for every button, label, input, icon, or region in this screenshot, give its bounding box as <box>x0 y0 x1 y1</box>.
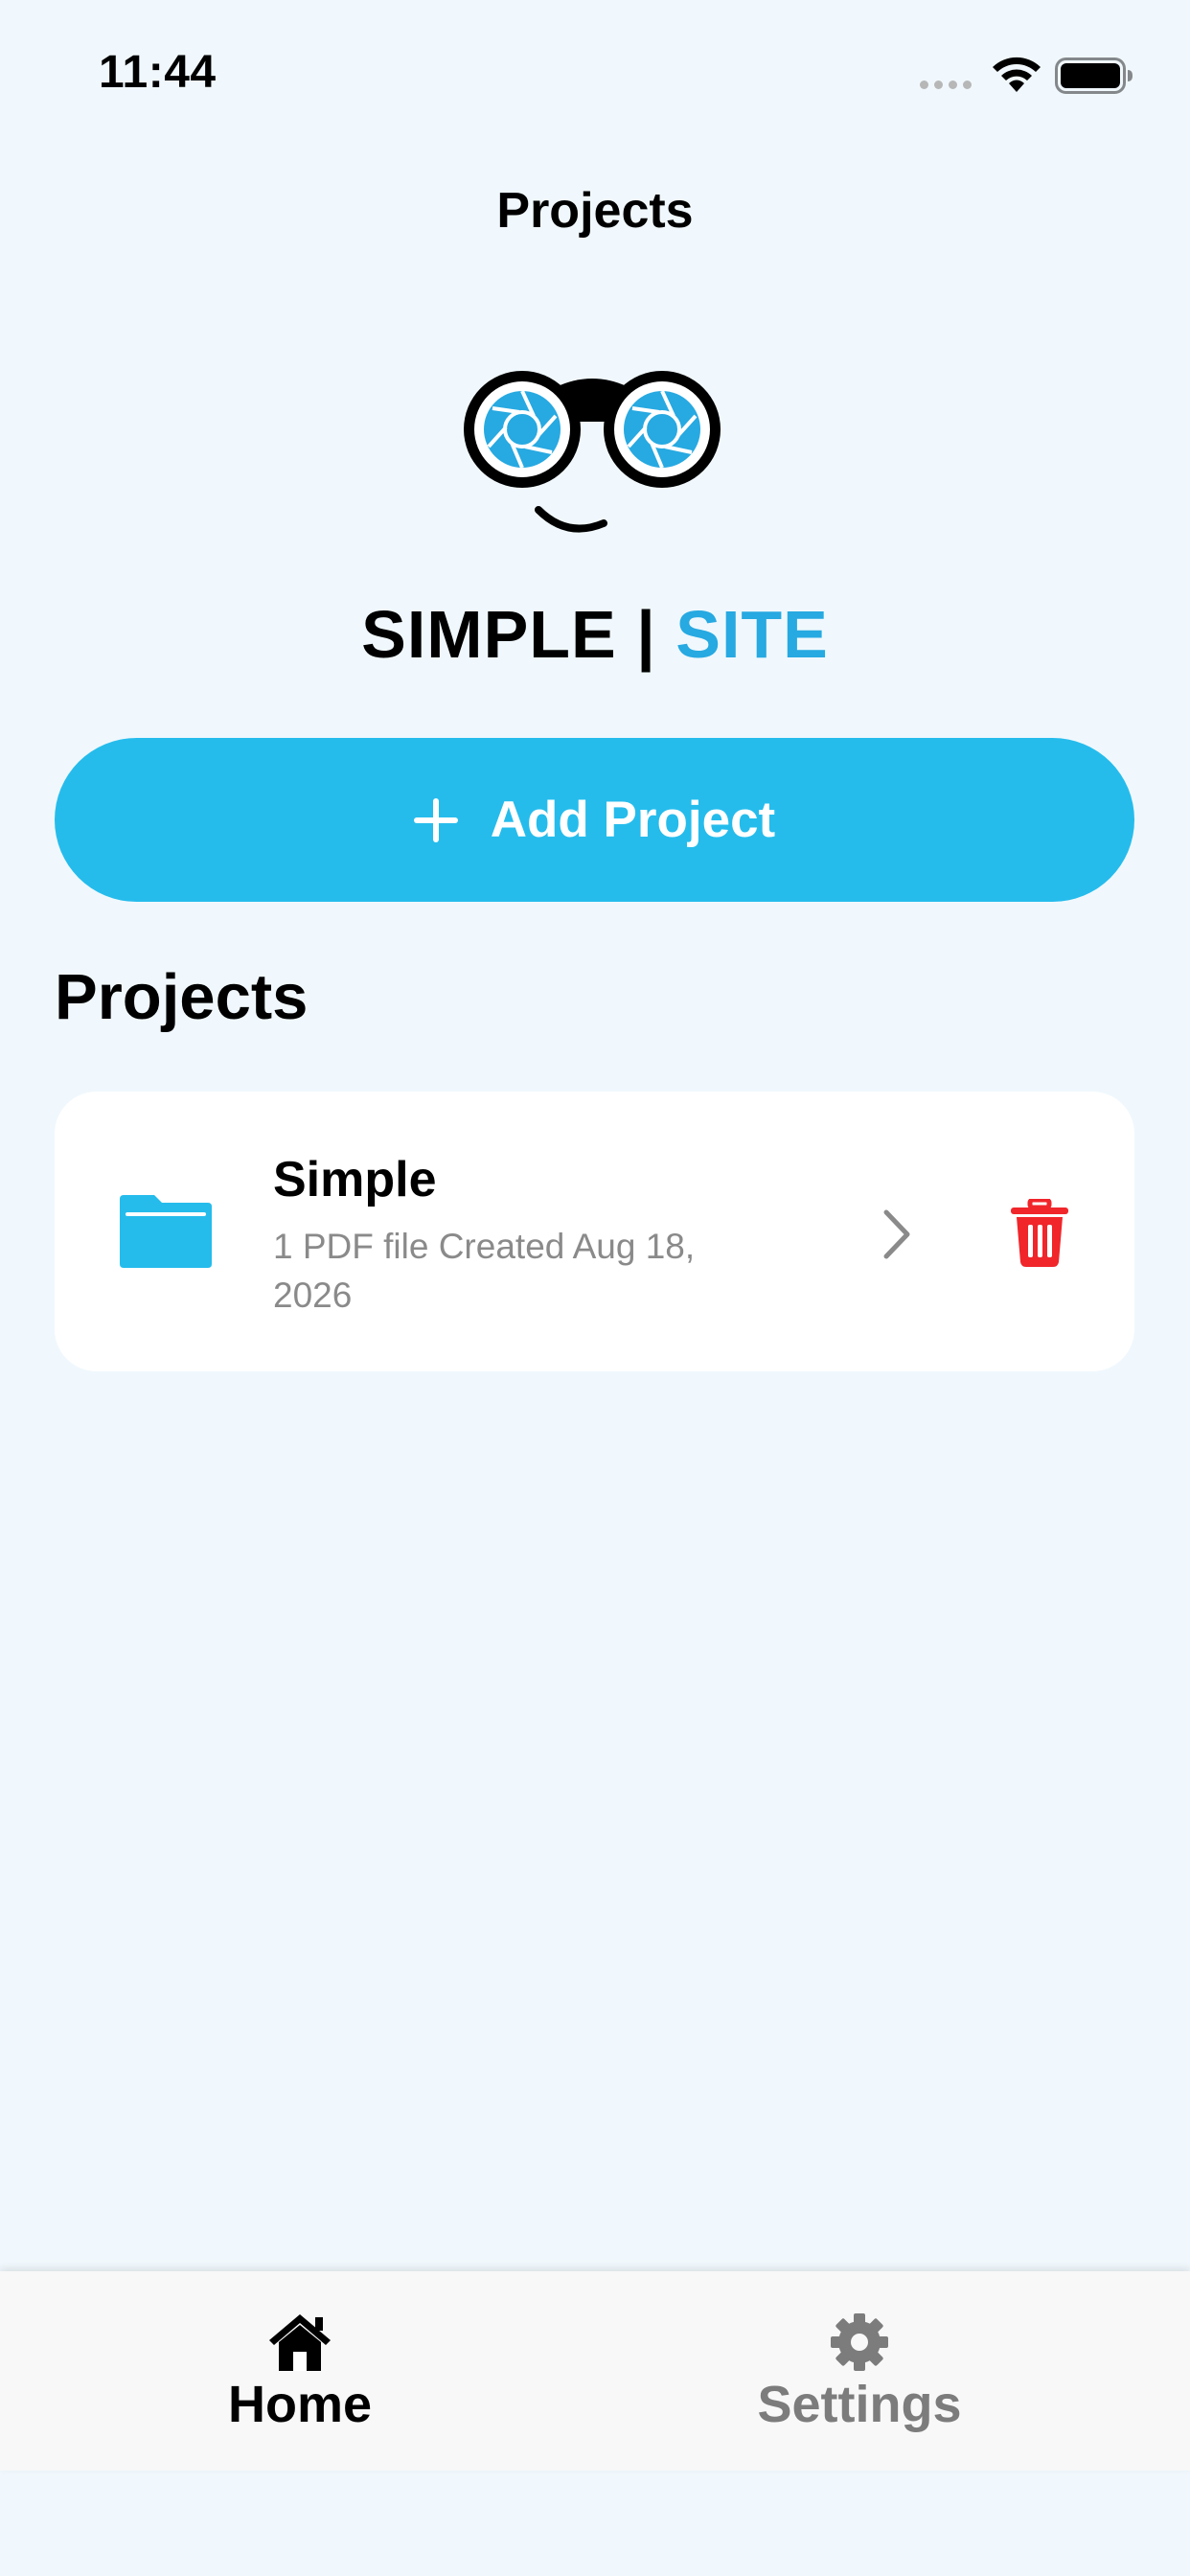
section-title: Projects <box>55 961 309 1033</box>
status-time: 11:44 <box>99 47 217 98</box>
tab-settings[interactable]: Settings <box>668 2271 1051 2471</box>
tab-bar: Home Settings <box>0 2271 1190 2471</box>
chevron-right-icon[interactable] <box>881 1208 913 1260</box>
gear-icon <box>831 2313 888 2371</box>
add-project-label: Add Project <box>490 792 776 848</box>
page-title: Projects <box>496 183 694 239</box>
tab-home-label: Home <box>227 2376 373 2433</box>
tab-settings-label: Settings <box>757 2376 962 2433</box>
binoculars-logo-icon <box>464 371 721 533</box>
battery-icon <box>1055 58 1133 94</box>
project-name: Simple <box>273 1152 437 1208</box>
plus-icon <box>413 797 458 842</box>
brand-primary: SIMPLE <box>361 597 617 672</box>
trash-icon[interactable] <box>1009 1199 1070 1268</box>
project-card[interactable]: Simple 1 PDF file Created Aug 18, 2026 <box>55 1092 1134 1371</box>
brand-separator: | <box>636 597 656 672</box>
folder-icon <box>120 1195 212 1268</box>
tab-home[interactable]: Home <box>108 2271 492 2471</box>
brand-accent: SITE <box>675 597 829 672</box>
cellular-signal-icon <box>920 80 972 89</box>
brand-wordmark: SIMPLE | SITE <box>0 596 1190 673</box>
add-project-button[interactable]: Add Project <box>55 738 1134 902</box>
project-meta: 1 PDF file Created Aug 18, 2026 <box>273 1227 696 1315</box>
wifi-icon <box>993 57 1041 92</box>
house-icon <box>269 2314 331 2371</box>
